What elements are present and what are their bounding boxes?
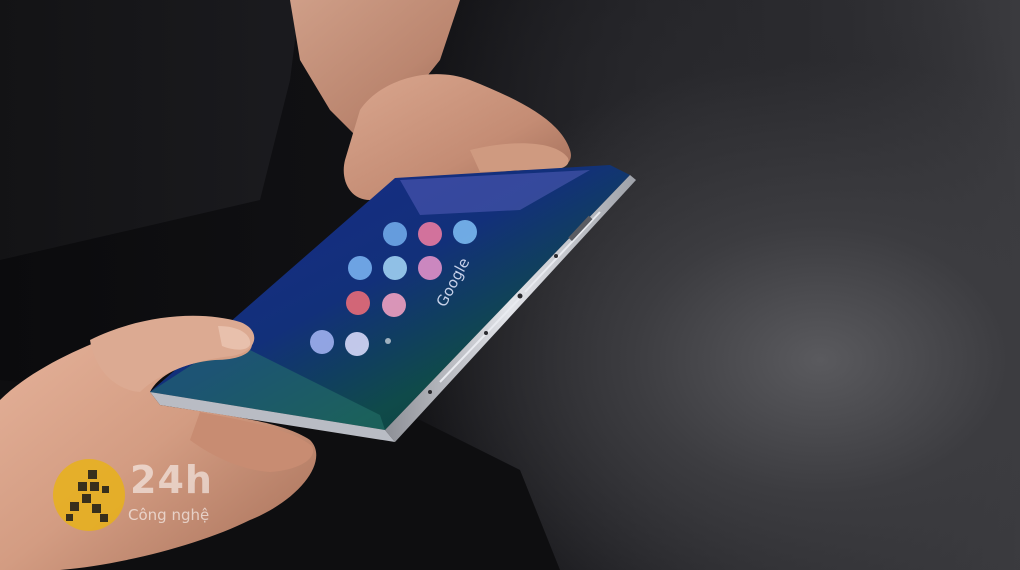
watermark: 24h Công nghệ <box>52 458 242 534</box>
watermark-brand: 24h <box>130 458 213 502</box>
runner-logo-icon <box>53 459 125 531</box>
photo-scene: Google 24h Công nghệ <box>0 0 1020 570</box>
watermark-subtitle: Công nghệ <box>128 506 210 524</box>
